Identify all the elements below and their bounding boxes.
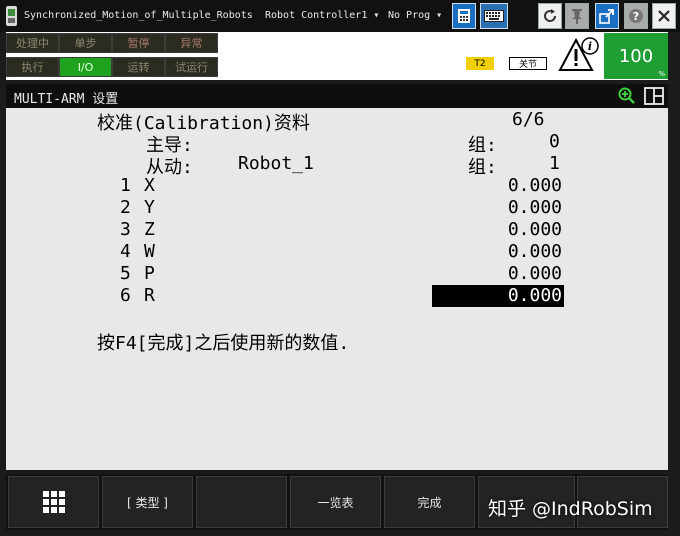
override-value: 100: [618, 45, 654, 67]
controller-label: Robot Controller1: [265, 10, 368, 21]
refresh-icon: [544, 9, 557, 22]
split-screen-icon[interactable]: [644, 87, 664, 105]
window-title-bar: Synchronized_Motion_of_Multiple_Robots R…: [0, 0, 680, 32]
row-5-axis: P: [144, 263, 155, 284]
keyboard-button[interactable]: [480, 3, 508, 29]
row-1-number: 1: [120, 175, 131, 196]
row-6-number: 6: [120, 285, 131, 306]
row-6-value[interactable]: 0.000: [432, 285, 562, 306]
refresh-button[interactable]: [538, 3, 562, 29]
row-2-value[interactable]: 0.000: [432, 197, 562, 218]
menu-grid-icon: [42, 491, 65, 513]
keyboard-icon: [484, 10, 504, 22]
screen-title-bar: MULTI-ARM 设置: [6, 84, 668, 108]
menu-button[interactable]: [8, 476, 99, 528]
follower-group-value: 1: [549, 153, 560, 174]
status-tcyc: 试运行: [165, 57, 218, 77]
row-1-axis: X: [144, 175, 155, 196]
calculator-button[interactable]: [452, 3, 476, 29]
watermark: 知乎 @IndRobSim: [488, 498, 653, 520]
help-button[interactable]: ?: [624, 3, 648, 29]
instruction-text: 按F4[完成]之后使用新的数值.: [97, 333, 350, 354]
f3-list-button[interactable]: 一览表: [290, 476, 381, 528]
status-prod: 运转: [112, 57, 165, 77]
screen-title: MULTI-ARM 设置: [14, 92, 119, 107]
pin-icon: [572, 9, 582, 24]
status-io: I/O: [59, 57, 112, 77]
leader-group-value: 0: [549, 131, 560, 152]
status-busy: 处理中: [6, 33, 59, 53]
row-6-axis: R: [144, 285, 155, 306]
row-4-number: 4: [120, 241, 131, 262]
controller-selector[interactable]: Robot Controller1 ▾: [265, 10, 379, 21]
program-label: No Prog: [388, 10, 431, 21]
row-4-value[interactable]: 0.000: [432, 241, 562, 262]
warning-info-icon[interactable]: i: [558, 36, 602, 74]
page-indicator: 6/6: [512, 109, 545, 130]
teach-pendant-icon: [5, 5, 18, 27]
calculator-icon: [458, 9, 470, 23]
status-step: 单步: [59, 33, 112, 53]
zoom-in-icon[interactable]: [618, 87, 636, 105]
coord-mode-badge: 关节: [509, 57, 547, 70]
speed-override[interactable]: 100 %: [604, 33, 668, 79]
svg-text:i: i: [588, 40, 592, 53]
row-2-axis: Y: [144, 197, 155, 218]
override-unit: %: [658, 70, 665, 78]
status-hold: 暂停: [112, 33, 165, 53]
dropdown-icon: ▾: [430, 10, 443, 21]
program-selector[interactable]: No Prog ▾: [388, 10, 442, 21]
row-5-number: 5: [120, 263, 131, 284]
external-window-icon: [599, 9, 614, 24]
close-button[interactable]: [652, 3, 676, 29]
row-5-value[interactable]: 0.000: [432, 263, 562, 284]
mode-badge: T2: [466, 57, 494, 70]
close-icon: [658, 10, 670, 22]
row-2-number: 2: [120, 197, 131, 218]
external-window-button[interactable]: [595, 3, 619, 29]
status-run: 执行: [6, 57, 59, 77]
status-fault: 异常: [165, 33, 218, 53]
window-title: Synchronized_Motion_of_Multiple_Robots: [24, 10, 253, 21]
row-3-value[interactable]: 0.000: [432, 219, 562, 240]
calibration-heading: 校准(Calibration)资料: [97, 113, 310, 134]
dropdown-icon: ▾: [367, 10, 380, 21]
row-3-number: 3: [120, 219, 131, 240]
row-3-axis: Z: [144, 219, 155, 240]
f4-done-button[interactable]: 完成: [384, 476, 475, 528]
f2-button[interactable]: [196, 476, 287, 528]
row-1-value[interactable]: 0.000: [432, 175, 562, 196]
row-4-axis: W: [144, 241, 155, 262]
svg-text:?: ?: [633, 10, 639, 23]
follower-name: Robot_1: [238, 153, 314, 174]
f1-type-button[interactable]: [ 类型 ]: [102, 476, 193, 528]
calibration-panel: [6, 108, 668, 470]
pin-button[interactable]: [565, 3, 589, 29]
help-icon: ?: [629, 9, 643, 23]
